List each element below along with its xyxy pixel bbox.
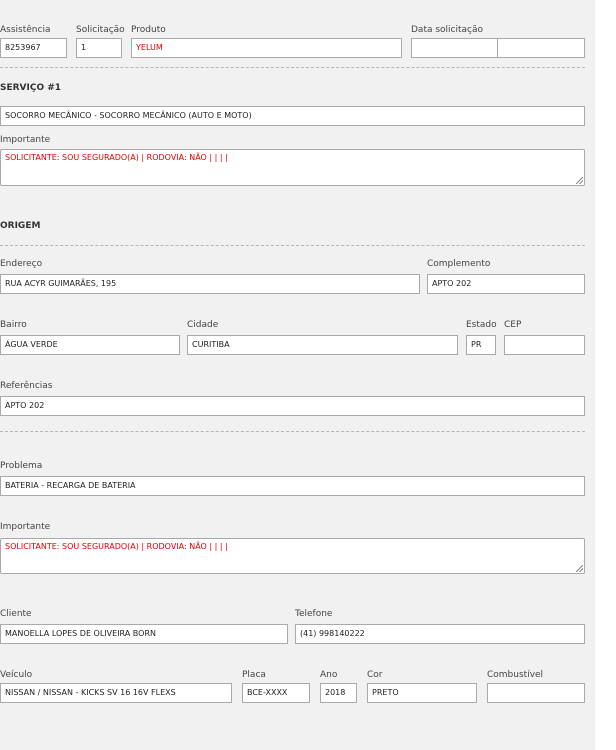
divider <box>0 431 585 432</box>
veiculo-field[interactable]: NISSAN / NISSAN - KICKS SV 16 16V FLEXS <box>0 683 232 703</box>
cidade-field[interactable]: CURITIBA <box>187 335 458 355</box>
problema-importante-text: SOLICITANTE: SOU SEGURADO(A) | RODOVIA: … <box>5 542 228 551</box>
problema-importante-label: Importante <box>0 522 51 532</box>
placa-label: Placa <box>242 670 266 680</box>
ano-field[interactable]: 2018 <box>320 683 357 703</box>
origem-section-title: ORIGEM <box>0 221 41 231</box>
problema-field[interactable]: BATERIA - RECARGA DE BATERIA <box>0 476 585 496</box>
estado-label: Estado <box>466 320 497 330</box>
data-solicitacao-date-field[interactable] <box>411 38 498 58</box>
assistencia-label: Assistência <box>0 25 51 35</box>
servico-importante-textarea[interactable]: SOLICITANTE: SOU SEGURADO(A) | RODOVIA: … <box>0 149 585 186</box>
complemento-field[interactable]: APTO 202 <box>427 274 585 294</box>
problema-label: Problema <box>0 461 43 471</box>
endereco-label: Endereço <box>0 259 43 269</box>
resize-grip-icon[interactable] <box>576 177 583 184</box>
data-solicitacao-time-field[interactable] <box>497 38 585 58</box>
produto-field[interactable]: YELUM <box>131 38 402 58</box>
bairro-field[interactable]: ÁGUA VERDE <box>0 335 180 355</box>
resize-grip-icon[interactable] <box>576 565 583 572</box>
cep-label: CEP <box>504 320 522 330</box>
divider <box>0 245 585 246</box>
combustivel-label: Combustível <box>487 670 544 680</box>
veiculo-label: Veículo <box>0 670 33 680</box>
servico-field[interactable]: SOCORRO MECÂNICO - SOCORRO MECÂNICO (AUT… <box>0 106 585 126</box>
complemento-label: Complemento <box>427 259 491 269</box>
produto-label: Produto <box>131 25 166 35</box>
cliente-label: Cliente <box>0 609 32 619</box>
referencias-label: Referências <box>0 381 53 391</box>
divider <box>0 67 585 68</box>
telefone-field[interactable]: (41) 998140222 <box>295 624 585 644</box>
problema-importante-textarea[interactable]: SOLICITANTE: SOU SEGURADO(A) | RODOVIA: … <box>0 538 585 574</box>
data-solicitacao-label: Data solicitação <box>411 25 484 35</box>
endereco-field[interactable]: RUA ACYR GUIMARÃES, 195 <box>0 274 420 294</box>
cor-label: Cor <box>367 670 383 680</box>
estado-field[interactable]: PR <box>466 335 496 355</box>
servico-importante-label: Importante <box>0 135 51 145</box>
cidade-label: Cidade <box>187 320 219 330</box>
servico-section-title: SERVIÇO #1 <box>0 83 62 93</box>
referencias-field[interactable]: APTO 202 <box>0 396 585 416</box>
assistencia-field[interactable]: 8253967 <box>0 38 67 58</box>
telefone-label: Telefone <box>295 609 333 619</box>
servico-importante-text: SOLICITANTE: SOU SEGURADO(A) | RODOVIA: … <box>5 153 228 162</box>
cep-field[interactable] <box>504 335 585 355</box>
bairro-label: Bairro <box>0 320 27 330</box>
cliente-field[interactable]: MANOELLA LOPES DE OLIVEIRA BORN <box>0 624 288 644</box>
ano-label: Ano <box>320 670 338 680</box>
solicitacao-field[interactable]: 1 <box>76 38 122 58</box>
solicitacao-label: Solicitação <box>76 25 125 35</box>
cor-field[interactable]: PRETO <box>367 683 477 703</box>
placa-field[interactable]: BCE-XXXX <box>242 683 310 703</box>
form-panel: Assistência 8253967 Solicitação 1 Produt… <box>0 0 595 750</box>
combustivel-field[interactable] <box>487 683 585 703</box>
